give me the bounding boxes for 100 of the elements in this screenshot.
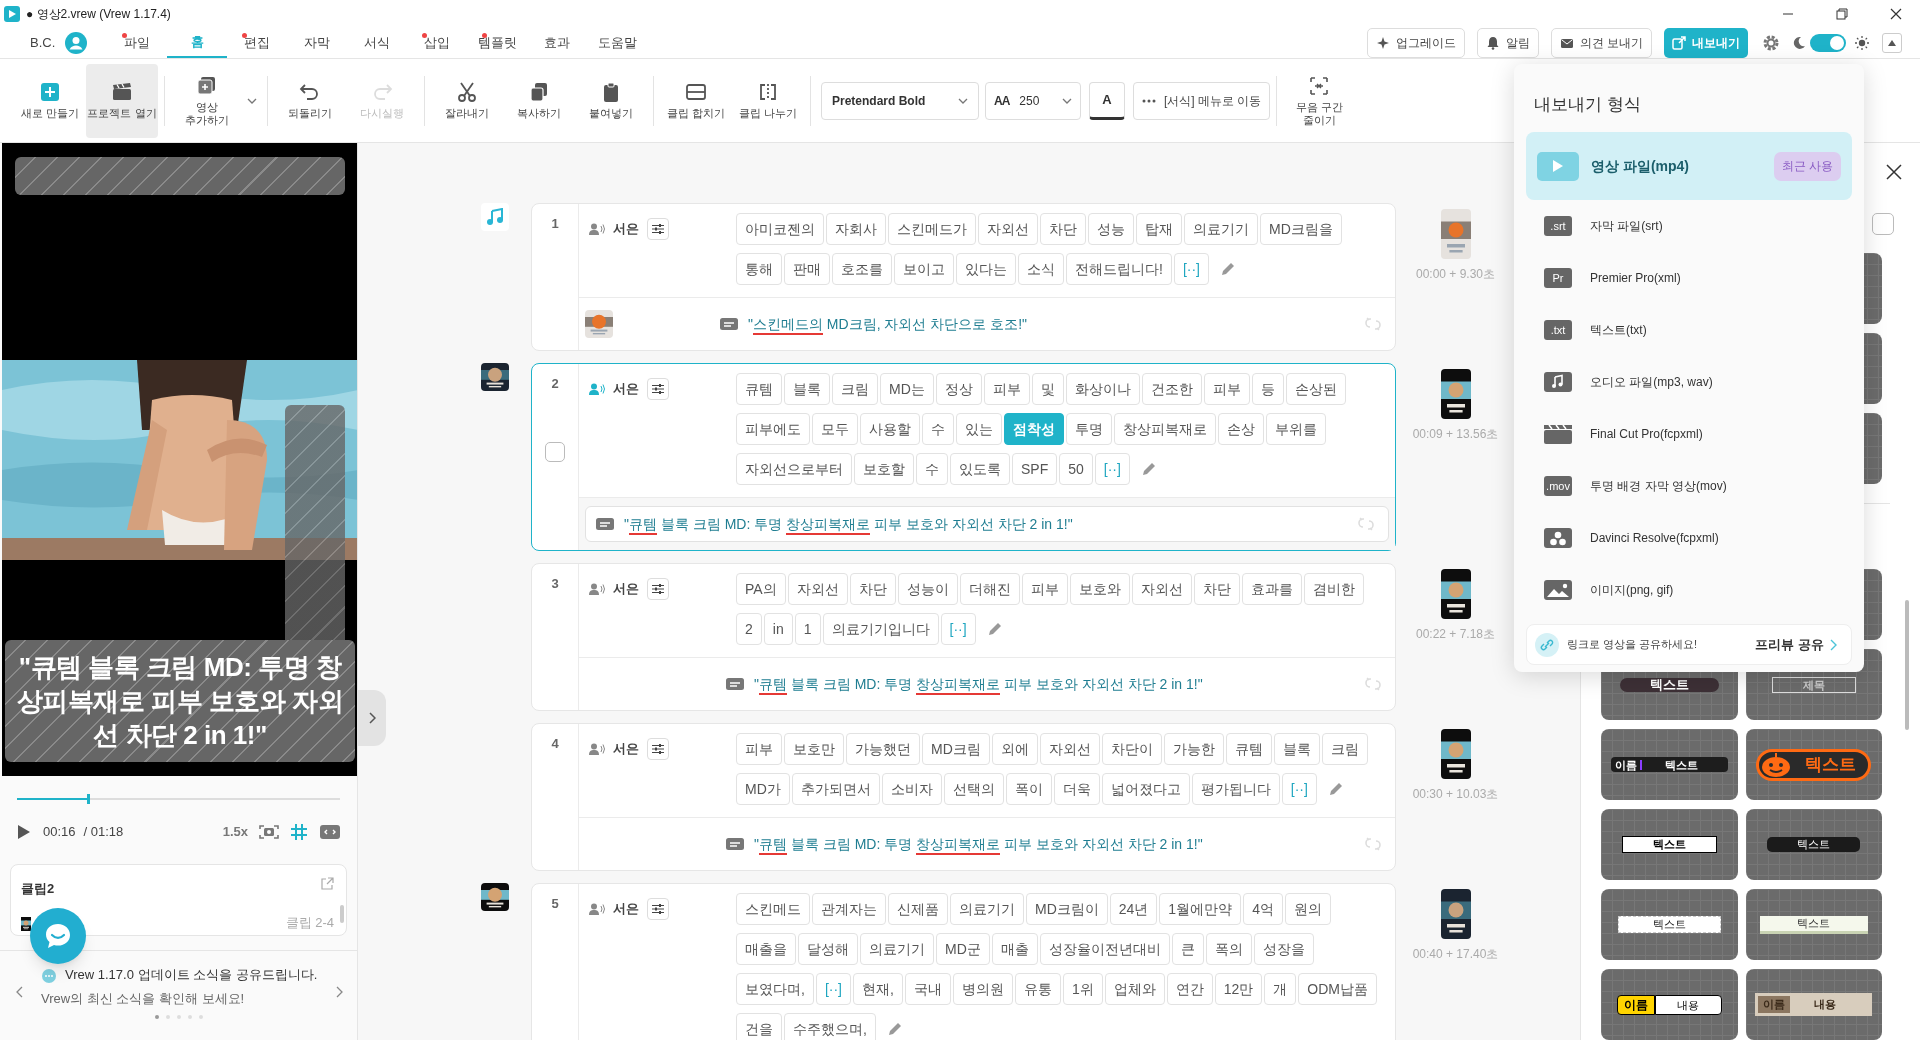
text-color-button[interactable]: A: [1089, 81, 1125, 120]
share-banner[interactable]: 링크로 영상을 공유하세요! 프리뷰 공유: [1526, 624, 1852, 665]
word-chip[interactable]: 투명: [1066, 413, 1112, 445]
word-chip[interactable]: in: [763, 613, 793, 645]
word-chip[interactable]: 블록: [1273, 733, 1320, 765]
toolbar-button[interactable]: 되돌리기: [274, 63, 346, 138]
word-chip[interactable]: 정상: [935, 373, 982, 405]
word-chip[interactable]: 더해진: [959, 573, 1020, 605]
menu-tab[interactable]: 효과: [527, 27, 588, 58]
word-chip[interactable]: 50: [1059, 453, 1093, 485]
word-chip[interactable]: PA의: [736, 573, 786, 605]
collapse-button[interactable]: [1882, 32, 1902, 53]
menu-tab[interactable]: 삽입: [407, 27, 468, 58]
word-chip[interactable]: 외에: [991, 733, 1038, 765]
clip-row[interactable]: 4 서은 피부 보호만 가능했던 MD크림 외에 자외선 차단이 가능한 큐템 블록 크림 MD가 추가되면서 소비자 선택의 폭이 더욱 넓어졌다고 평가됩니다 [··] "큐템 블록 크림 MD: 투명 창상피복재로 피부 보호와 자외선 차단 2 in 1!": [531, 723, 1396, 871]
word-chip[interactable]: 있도록: [950, 453, 1010, 485]
word-chip[interactable]: 선택의: [943, 773, 1004, 805]
checkbox[interactable]: [545, 441, 565, 462]
toolbar-button[interactable]: 무음 구간 줄이기: [1283, 63, 1356, 138]
menu-tab[interactable]: 자막: [287, 27, 348, 58]
word-chip[interactable]: 자외선: [787, 573, 848, 605]
word-chip[interactable]: 의료기기: [1184, 213, 1258, 245]
word-chip[interactable]: MD크림이: [1026, 893, 1108, 925]
progress-slider[interactable]: [17, 794, 340, 804]
word-chip[interactable]: SPF: [1012, 453, 1058, 485]
close-icon[interactable]: [1890, 7, 1902, 20]
word-chip[interactable]: 크림: [1321, 733, 1368, 765]
camera-icon[interactable]: [258, 823, 280, 841]
word-chip[interactable]: 2: [736, 613, 762, 645]
word-chip[interactable]: 차단이: [1101, 733, 1162, 765]
word-chip[interactable]: 건을: [736, 1013, 782, 1040]
export-format-item[interactable]: 이미지(png, gif): [1526, 564, 1852, 616]
menu-tab[interactable]: 파일: [107, 27, 168, 58]
clip-row[interactable]: 2 서은 큐템 블록 크림 MD는 정상 피부 및 화상이나 건조한 피부 등 손상된 피부에도 모두 사용할 수 있는 점착성 투명 창상피복재로 손상 부위를 자외선으로부터 보호할 수 있도록 SPF 50 [··] "큐템 블록 크림 MD: 투명 창상피복재로 피부 보호와 자외선 차단 2 in 1!": [531, 363, 1396, 551]
word-chip[interactable]: 매출을: [736, 933, 796, 965]
word-chip[interactable]: 매출: [991, 933, 1038, 965]
subtitle-toggle-icon[interactable]: [320, 825, 340, 839]
grid-icon[interactable]: [290, 823, 308, 841]
word-chip[interactable]: 자외선: [1131, 573, 1192, 605]
word-chip[interactable]: 국내: [904, 973, 951, 1005]
word-chip[interactable]: 부위를: [1266, 413, 1326, 445]
pencil-icon[interactable]: [1219, 260, 1237, 278]
word-chip[interactable]: 건조한: [1141, 373, 1202, 405]
word-chip[interactable]: 및: [1031, 373, 1064, 405]
word-chip[interactable]: 통해: [736, 253, 782, 285]
word-chip[interactable]: 피부에도: [736, 413, 810, 445]
word-chip[interactable]: 창상피복재로: [1114, 413, 1216, 445]
export-format-item[interactable]: 영상 파일(mp4) 최근 사용: [1526, 132, 1852, 200]
template-card[interactable]: 텍스트: [1601, 889, 1738, 960]
word-chip[interactable]: 자외선으로부터: [736, 453, 852, 485]
word-chip[interactable]: 보이고: [894, 253, 954, 285]
play-icon[interactable]: [17, 824, 31, 840]
word-chip[interactable]: 추가되면서: [791, 773, 880, 805]
template-card[interactable]: 텍스트: [1601, 809, 1738, 880]
word-chip[interactable]: 폭의: [1205, 933, 1252, 965]
speaker-name[interactable]: 서은: [613, 219, 639, 239]
word-chip[interactable]: 의료기기: [950, 893, 1024, 925]
speaker-name[interactable]: 서은: [613, 899, 639, 919]
template-card[interactable]: 텍스트: [1745, 889, 1882, 960]
word-chip[interactable]: 스킨메드: [736, 893, 810, 925]
word-chip[interactable]: 수: [916, 453, 948, 485]
word-chip[interactable]: 평가됩니다: [1191, 773, 1280, 805]
word-chip[interactable]: 손상된: [1285, 373, 1346, 405]
word-chip[interactable]: 12만: [1214, 973, 1263, 1005]
news-title[interactable]: Vrew 1.17.0 업데이트 소식을 공유드립니다.: [65, 965, 318, 985]
chevron-left-icon[interactable]: [15, 986, 23, 998]
word-chip[interactable]: 유통: [1014, 973, 1061, 1005]
speaker-settings-button[interactable]: [647, 738, 669, 760]
word-chip[interactable]: MD군: [936, 933, 990, 965]
word-chip[interactable]: 현재,: [853, 973, 903, 1005]
word-chip[interactable]: 등: [1251, 373, 1284, 405]
word-chip[interactable]: 보호와: [1069, 573, 1130, 605]
word-chip[interactable]: 아미코젠의: [736, 213, 824, 245]
export-format-item[interactable]: Davinci Resolve(fcpxml): [1526, 512, 1852, 564]
format-menu-button[interactable]: [서식] 메뉴로 이동: [1133, 81, 1271, 120]
chevron-right-icon[interactable]: [336, 986, 344, 998]
toolbar-button[interactable]: 영상 추가하기: [171, 63, 243, 138]
template-card[interactable]: 이름 내용: [1745, 969, 1882, 1040]
clip-card[interactable]: 클립2 클립 2-4: [10, 864, 347, 936]
word-chip[interactable]: 자회사: [826, 213, 886, 245]
word-chip[interactable]: ODM납품: [1298, 973, 1377, 1005]
word-chip[interactable]: 차단: [1193, 573, 1240, 605]
toolbar-button[interactable]: 붙여넣기: [575, 63, 647, 138]
word-chip[interactable]: 수주했으며,: [784, 1013, 876, 1040]
word-chip[interactable]: 자외선: [978, 213, 1038, 245]
word-chip[interactable]: 있다는: [956, 253, 1016, 285]
template-card[interactable]: 텍스트: [1745, 729, 1882, 800]
word-chip[interactable]: 호조를: [832, 253, 892, 285]
header-button[interactable]: 의견 보내기: [1550, 27, 1652, 58]
word-chip[interactable]: MD가: [736, 773, 790, 805]
word-chip[interactable]: 손상: [1218, 413, 1264, 445]
word-chip[interactable]: 24년: [1109, 893, 1158, 925]
export-format-item[interactable]: .srt 자막 파일(srt): [1526, 200, 1852, 252]
font-size-select[interactable]: AA 250: [985, 81, 1081, 120]
word-chip[interactable]: 스킨메드가: [888, 213, 976, 245]
template-card[interactable]: 이름 내용: [1601, 969, 1738, 1040]
word-chip[interactable]: 1위: [1062, 973, 1103, 1005]
word-chip[interactable]: 가능했던: [846, 733, 920, 765]
word-chip[interactable]: MD크림을: [1260, 213, 1342, 245]
expand-panel-button[interactable]: [358, 690, 386, 746]
